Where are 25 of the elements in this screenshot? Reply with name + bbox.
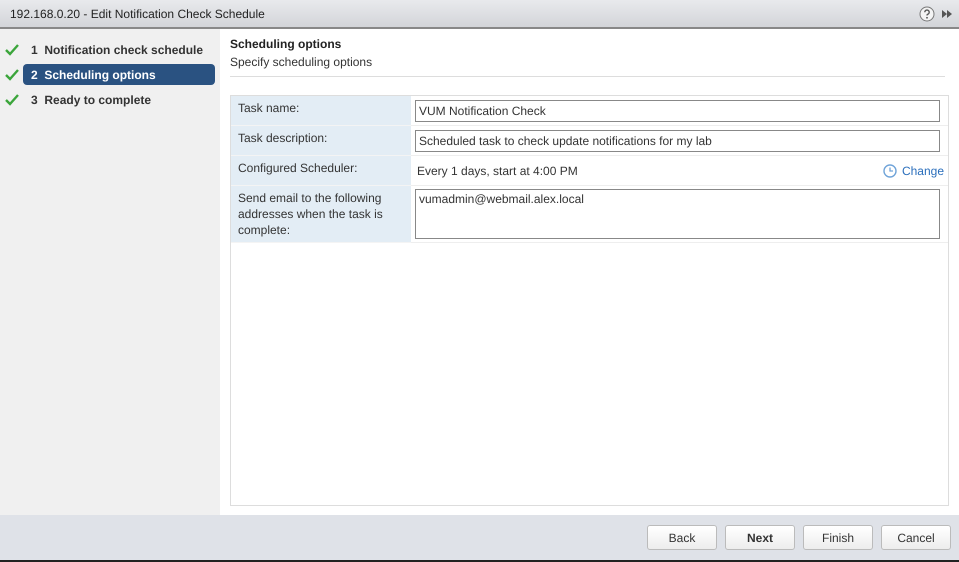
input-field[interactable]: VUM Notification Check — [415, 100, 940, 122]
field-label: Task description: — [231, 126, 411, 156]
clock-icon — [882, 164, 897, 178]
wizard-step[interactable]: 1 Notification check schedule — [23, 39, 215, 60]
field-label: Send email to the following addresses when the task is complete: — [231, 186, 411, 243]
wizard-step[interactable]: 2 Scheduling options — [23, 64, 215, 85]
checkmark-icon — [5, 68, 19, 80]
change-link[interactable]: Change — [882, 164, 948, 178]
dialog-button[interactable]: Finish — [803, 525, 873, 550]
window-title: 192.168.0.20 - Edit Notification Check Schedule — [10, 6, 265, 20]
dialog-button[interactable]: Next — [725, 525, 795, 550]
field-label: Task name: — [231, 96, 411, 126]
checkmark-icon — [5, 94, 19, 106]
field-label: Configured Scheduler: — [231, 156, 411, 186]
email-field[interactable]: vumadmin@webmail.alex.local — [415, 189, 940, 239]
input-field[interactable]: Scheduled task to check update notifications for my lab — [415, 130, 940, 152]
wizard-step[interactable]: 3 Ready to complete — [23, 89, 215, 110]
help-icon[interactable] — [919, 6, 935, 22]
schedule-text: Every 1 days, start at 4:00 PM — [416, 164, 579, 178]
checkmark-icon — [5, 44, 19, 56]
expand-icon[interactable] — [941, 8, 953, 18]
page-heading: Scheduling options — [230, 37, 342, 51]
dialog-button[interactable]: Cancel — [881, 525, 951, 550]
page-subheading: Specify scheduling options — [230, 55, 374, 69]
dialog-button[interactable]: Back — [647, 525, 717, 550]
